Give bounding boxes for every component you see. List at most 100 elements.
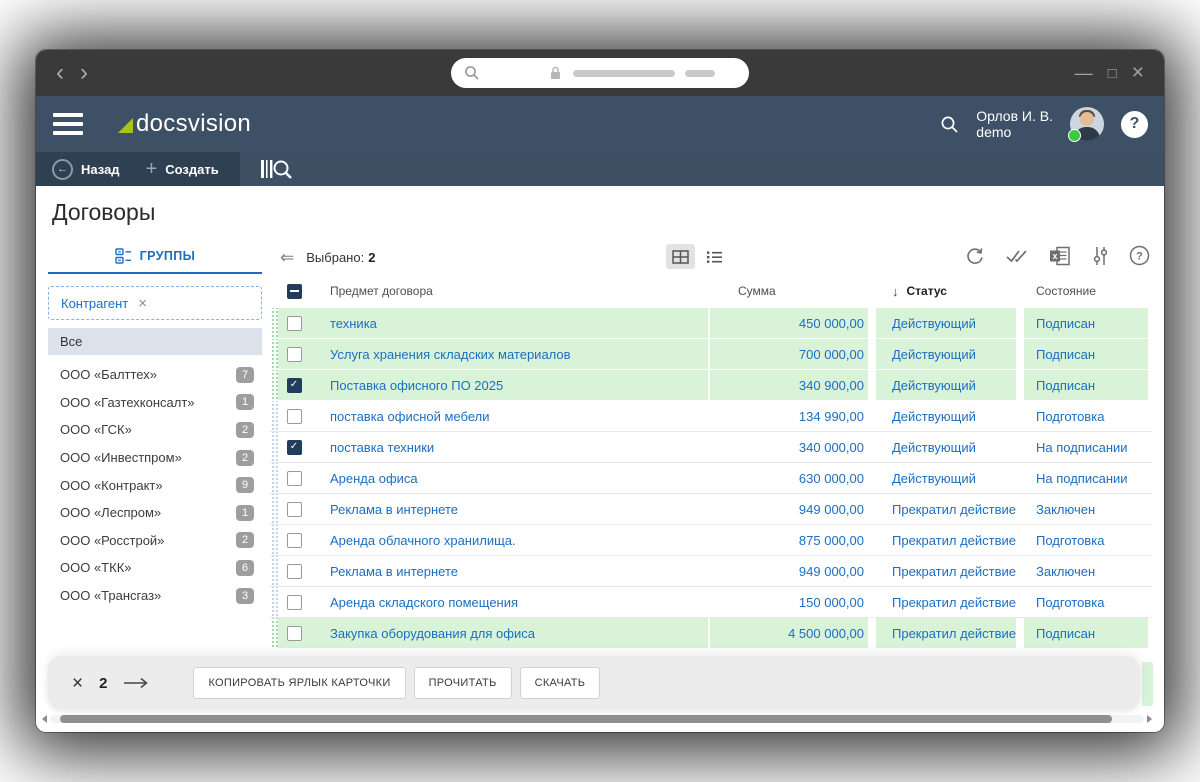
cell-state[interactable]: Подписан <box>1024 618 1148 648</box>
group-item[interactable]: ООО «Инвестпром» 2 <box>48 444 262 472</box>
table-row[interactable]: ✓ Аренда облачного хранилища. 875 000,00… <box>270 525 1152 556</box>
row-drag-handle[interactable] <box>270 370 278 400</box>
cell-state[interactable]: Подписан <box>1024 308 1148 338</box>
collapse-panel-icon[interactable]: ⇐ <box>280 249 294 266</box>
cell-state[interactable]: Заключен <box>1024 494 1148 524</box>
row-checkbox[interactable]: ✓ <box>287 378 302 393</box>
excel-export-icon[interactable]: x <box>1049 246 1071 266</box>
table-row[interactable]: ✓ Реклама в интернете 949 000,00 Прекрат… <box>270 494 1152 525</box>
cell-status[interactable]: Прекратил действие <box>876 556 1016 586</box>
cell-subject[interactable]: Аренда складского помещения <box>310 587 708 617</box>
cell-amount[interactable]: 875 000,00 <box>710 525 868 555</box>
cell-status[interactable]: Прекратил действие <box>876 494 1016 524</box>
barcode-scan-button[interactable] <box>260 158 296 180</box>
copy-card-shortcut-button[interactable]: КОПИРОВАТЬ ЯРЛЫК КАРТОЧКИ <box>193 667 405 699</box>
avatar[interactable] <box>1070 107 1104 141</box>
cell-status[interactable]: Действующий <box>876 401 1016 431</box>
cell-amount[interactable]: 949 000,00 <box>710 556 868 586</box>
table-row[interactable]: ✓ поставка офисной мебели 134 990,00 Дей… <box>270 401 1152 432</box>
cell-state[interactable]: На подписании <box>1024 432 1148 462</box>
back-button[interactable]: ← Назад <box>52 159 120 180</box>
cell-status[interactable]: Действующий <box>876 370 1016 400</box>
table-row[interactable]: ✓ техника 450 000,00 Действующий Подписа… <box>270 308 1152 339</box>
cell-subject[interactable]: Аренда облачного хранилища. <box>310 525 708 555</box>
filter-chip-contragent[interactable]: Контрагент × <box>48 286 262 320</box>
cell-amount[interactable]: 340 900,00 <box>710 370 868 400</box>
group-item[interactable]: ООО «Леспром» 1 <box>48 499 262 527</box>
mark-read-button[interactable]: ПРОЧИТАТЬ <box>414 667 512 699</box>
row-drag-handle[interactable] <box>270 618 278 648</box>
table-row[interactable]: ✓ Реклама в интернете 949 000,00 Прекрат… <box>270 556 1152 587</box>
cell-state[interactable]: Подготовка <box>1024 587 1148 617</box>
refresh-icon[interactable] <box>965 246 985 266</box>
row-checkbox[interactable]: ✓ <box>287 595 302 610</box>
row-checkbox[interactable]: ✓ <box>287 502 302 517</box>
cell-status[interactable]: Прекратил действие <box>876 618 1016 648</box>
column-header-amount[interactable]: Сумма <box>710 274 868 308</box>
cell-subject[interactable]: Аренда офиса <box>310 463 708 493</box>
group-item[interactable]: ООО «Росстрой» 2 <box>48 527 262 555</box>
cell-amount[interactable]: 949 000,00 <box>710 494 868 524</box>
settings-sliders-icon[interactable] <box>1092 246 1108 266</box>
row-drag-handle[interactable] <box>270 587 278 617</box>
table-row[interactable]: ✓ Закупка оборудования для офиса 4 500 0… <box>270 618 1152 649</box>
cell-subject[interactable]: Поставка офисного ПО 2025 <box>310 370 708 400</box>
row-drag-handle[interactable] <box>270 494 278 524</box>
table-row[interactable]: ✓ Аренда офиса 630 000,00 Действующий На… <box>270 463 1152 494</box>
cell-status[interactable]: Прекратил действие <box>876 525 1016 555</box>
row-drag-handle[interactable] <box>270 308 278 338</box>
clear-selection-icon[interactable]: × <box>72 674 83 693</box>
row-checkbox[interactable]: ✓ <box>287 533 302 548</box>
cell-subject[interactable]: Закупка оборудования для офиса <box>310 618 708 648</box>
cell-subject[interactable]: поставка техники <box>310 432 708 462</box>
row-drag-handle[interactable] <box>270 463 278 493</box>
row-drag-handle[interactable] <box>270 525 278 555</box>
download-button[interactable]: СКАЧАТЬ <box>520 667 601 699</box>
user-info[interactable]: Орлов И. В. demo <box>976 108 1053 140</box>
row-drag-handle[interactable] <box>270 432 278 462</box>
maximize-icon[interactable]: □ <box>1108 65 1117 82</box>
cell-status[interactable]: Прекратил действие <box>876 587 1016 617</box>
cell-amount[interactable]: 700 000,00 <box>710 339 868 369</box>
column-header-status[interactable]: ↓ Статус <box>876 274 1016 308</box>
close-icon[interactable]: × <box>1132 61 1144 85</box>
cell-subject[interactable]: Реклама в интернете <box>310 556 708 586</box>
row-drag-handle[interactable] <box>270 556 278 586</box>
row-checkbox[interactable]: ✓ <box>287 316 302 331</box>
global-search-icon[interactable] <box>940 115 959 134</box>
cell-state[interactable]: На подписании <box>1024 463 1148 493</box>
browser-forward-icon[interactable]: › <box>80 50 88 96</box>
cell-state[interactable]: Подготовка <box>1024 401 1148 431</box>
chip-close-icon[interactable]: × <box>138 295 147 312</box>
row-drag-handle[interactable] <box>270 339 278 369</box>
cell-amount[interactable]: 4 500 000,00 <box>710 618 868 648</box>
scrollbar-track[interactable] <box>50 715 1144 723</box>
cell-subject[interactable]: поставка офисной мебели <box>310 401 708 431</box>
cell-status[interactable]: Действующий <box>876 339 1016 369</box>
row-checkbox[interactable]: ✓ <box>287 347 302 362</box>
cell-status[interactable]: Действующий <box>876 308 1016 338</box>
table-row[interactable]: ✓ поставка техники 340 000,00 Действующи… <box>270 432 1152 463</box>
cell-amount[interactable]: 340 000,00 <box>710 432 868 462</box>
create-button[interactable]: + Создать <box>146 160 219 178</box>
row-checkbox[interactable]: ✓ <box>287 440 302 455</box>
cell-state[interactable]: Подготовка <box>1024 525 1148 555</box>
cell-amount[interactable]: 630 000,00 <box>710 463 868 493</box>
double-check-icon[interactable] <box>1006 248 1028 264</box>
row-checkbox[interactable]: ✓ <box>287 471 302 486</box>
column-header-state[interactable]: Состояние <box>1024 274 1148 308</box>
table-row[interactable]: ✓ Поставка офисного ПО 2025 340 900,00 Д… <box>270 370 1152 401</box>
browser-back-icon[interactable]: ‹ <box>56 50 64 96</box>
horizontal-scrollbar[interactable] <box>42 714 1152 724</box>
cell-status[interactable]: Действующий <box>876 463 1016 493</box>
grid-help-icon[interactable]: ? <box>1129 245 1150 266</box>
table-row[interactable]: ✓ Услуга хранения складских материалов 7… <box>270 339 1152 370</box>
list-view-button[interactable] <box>700 244 729 269</box>
cell-subject[interactable]: техника <box>310 308 708 338</box>
cell-state[interactable]: Заключен <box>1024 556 1148 586</box>
row-checkbox[interactable]: ✓ <box>287 409 302 424</box>
group-item[interactable]: ООО «Балттех» 7 <box>48 361 262 389</box>
group-item[interactable]: ООО «ТКК» 6 <box>48 554 262 582</box>
cell-subject[interactable]: Реклама в интернете <box>310 494 708 524</box>
select-all-checkbox[interactable] <box>287 284 302 299</box>
